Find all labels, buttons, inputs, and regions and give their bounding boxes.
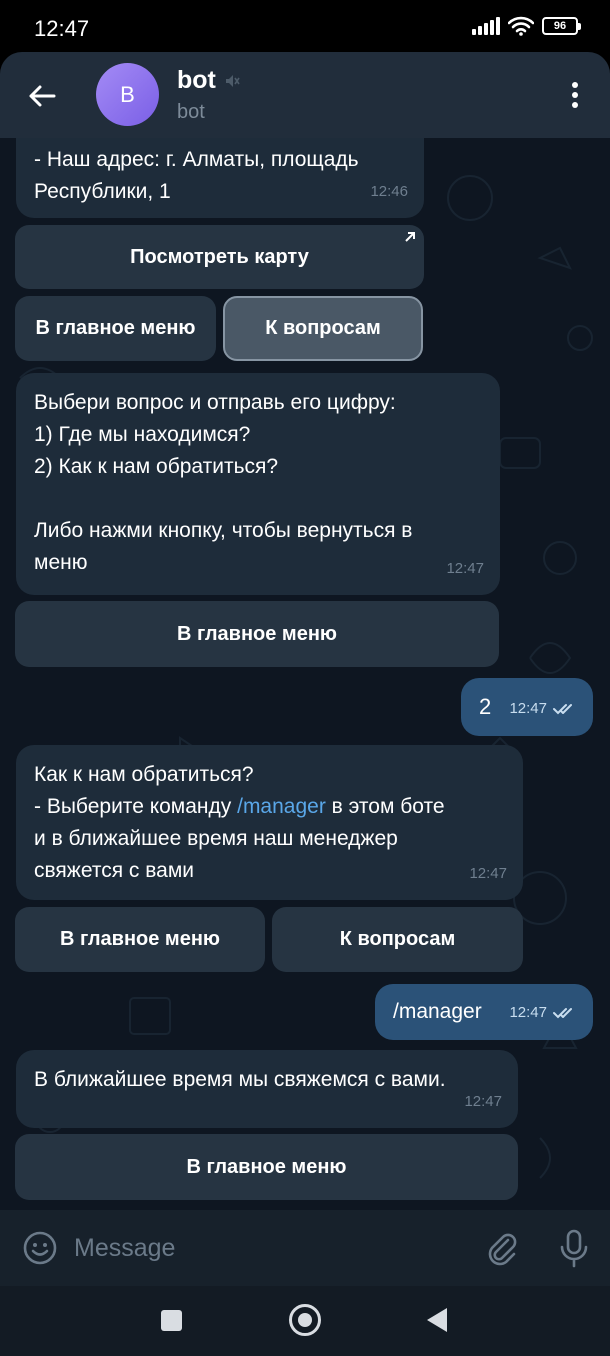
avatar[interactable]: B — [96, 63, 159, 126]
chat-area[interactable]: - Наш адрес: г. Алматы, площадь Республи… — [0, 138, 610, 1210]
arrow-left-icon — [29, 85, 56, 107]
main-menu-button[interactable]: В главное меню — [15, 601, 499, 667]
dot-icon — [572, 92, 578, 98]
button-label: К вопросам — [265, 317, 381, 339]
button-label: В главное меню — [35, 317, 196, 339]
message-text: Выбери вопрос и отправь его цифру: — [34, 391, 396, 414]
battery-level: 96 — [553, 20, 567, 32]
paperclip-icon[interactable] — [484, 1230, 520, 1266]
message-text: 1) Где мы находимся? — [34, 423, 251, 446]
message-text: - Выберите команду /manager в этом боте — [34, 791, 505, 823]
main-menu-button[interactable]: В главное меню — [15, 296, 216, 361]
screen: 12:47 96 B bot bot - Наш адрес: г. Алмат… — [0, 0, 610, 1356]
message-input-bar — [0, 1210, 610, 1286]
chat-title[interactable]: bot — [177, 66, 240, 95]
button-label: В главное меню — [59, 928, 220, 950]
main-menu-button[interactable]: В главное меню — [15, 1134, 518, 1200]
main-menu-button[interactable]: В главное меню — [15, 907, 265, 972]
message-text-part: - Выберите команду — [34, 795, 238, 818]
message-time: 12:47 — [509, 693, 577, 725]
dot-icon — [572, 102, 578, 108]
emoji-icon[interactable] — [22, 1230, 58, 1266]
status-bar: 12:47 96 — [0, 0, 610, 56]
message-time: 12:47 — [446, 560, 484, 577]
message-text: Либо нажми кнопку, чтобы вернуться в — [34, 519, 413, 542]
message-time: 12:47 — [469, 865, 507, 882]
message-time-text: 12:47 — [509, 700, 547, 717]
message-text: меню — [34, 551, 88, 574]
chat-subtitle: bot — [177, 101, 205, 123]
system-navigation-bar — [0, 1286, 610, 1356]
message-text-part: в этом боте — [325, 795, 445, 818]
button-label: В главное меню — [176, 622, 337, 645]
incoming-message: В ближайшее время мы свяжемся с вами. 12… — [16, 1050, 518, 1128]
button-label: В главное меню — [186, 1155, 347, 1178]
message-text: свяжется с вами — [34, 859, 195, 882]
double-check-icon — [553, 704, 572, 715]
wifi-icon — [508, 16, 534, 36]
message-text: 2) Как к нам обратиться? — [34, 455, 279, 478]
dot-icon — [572, 82, 578, 88]
command-link[interactable]: /manager — [237, 795, 326, 818]
view-map-button[interactable]: Посмотреть карту — [15, 225, 424, 289]
to-questions-button[interactable]: К вопросам — [272, 907, 523, 972]
system-back-button[interactable] — [427, 1308, 447, 1332]
message-text: - Наш адрес: г. Алматы, площадь — [34, 148, 359, 171]
double-check-icon — [553, 1008, 572, 1019]
chat-header: B bot bot — [0, 52, 610, 138]
message-text: Как к нам обратиться? — [34, 763, 254, 786]
message-text — [34, 483, 482, 515]
to-questions-button[interactable]: К вопросам — [223, 296, 423, 361]
button-label: Посмотреть карту — [130, 245, 309, 268]
message-text: В ближайшее время мы свяжемся с вами. — [34, 1068, 446, 1091]
status-icons: 96 — [472, 16, 581, 36]
message-time: 12:46 — [370, 183, 408, 200]
message-input[interactable] — [74, 1226, 464, 1270]
home-button[interactable] — [289, 1304, 321, 1336]
message-time: 12:47 — [509, 997, 577, 1029]
chat-title-text: bot — [177, 66, 216, 94]
outgoing-message: 2 12:47 — [461, 678, 593, 736]
external-link-icon — [405, 232, 415, 242]
microphone-icon[interactable] — [556, 1228, 592, 1268]
outgoing-message: /manager 12:47 — [375, 984, 593, 1040]
message-time-text: 12:47 — [509, 1004, 547, 1021]
message-time: 12:47 — [464, 1093, 502, 1110]
incoming-message: Выбери вопрос и отправь его цифру: 1) Гд… — [16, 373, 500, 595]
recents-button[interactable] — [161, 1310, 182, 1331]
more-menu-button[interactable] — [562, 78, 588, 112]
incoming-message: Как к нам обратиться? - Выберите команду… — [16, 745, 523, 900]
status-time: 12:47 — [34, 16, 90, 41]
message-text: и в ближайшее время наш менеджер — [34, 827, 398, 850]
incoming-message: - Наш адрес: г. Алматы, площадь Республи… — [16, 138, 424, 218]
signal-icon — [472, 17, 500, 35]
message-text: Республики, 1 — [34, 180, 171, 203]
back-button[interactable] — [22, 76, 62, 116]
mute-icon — [225, 74, 240, 87]
button-label: К вопросам — [339, 928, 456, 950]
battery-icon: 96 — [542, 17, 581, 35]
